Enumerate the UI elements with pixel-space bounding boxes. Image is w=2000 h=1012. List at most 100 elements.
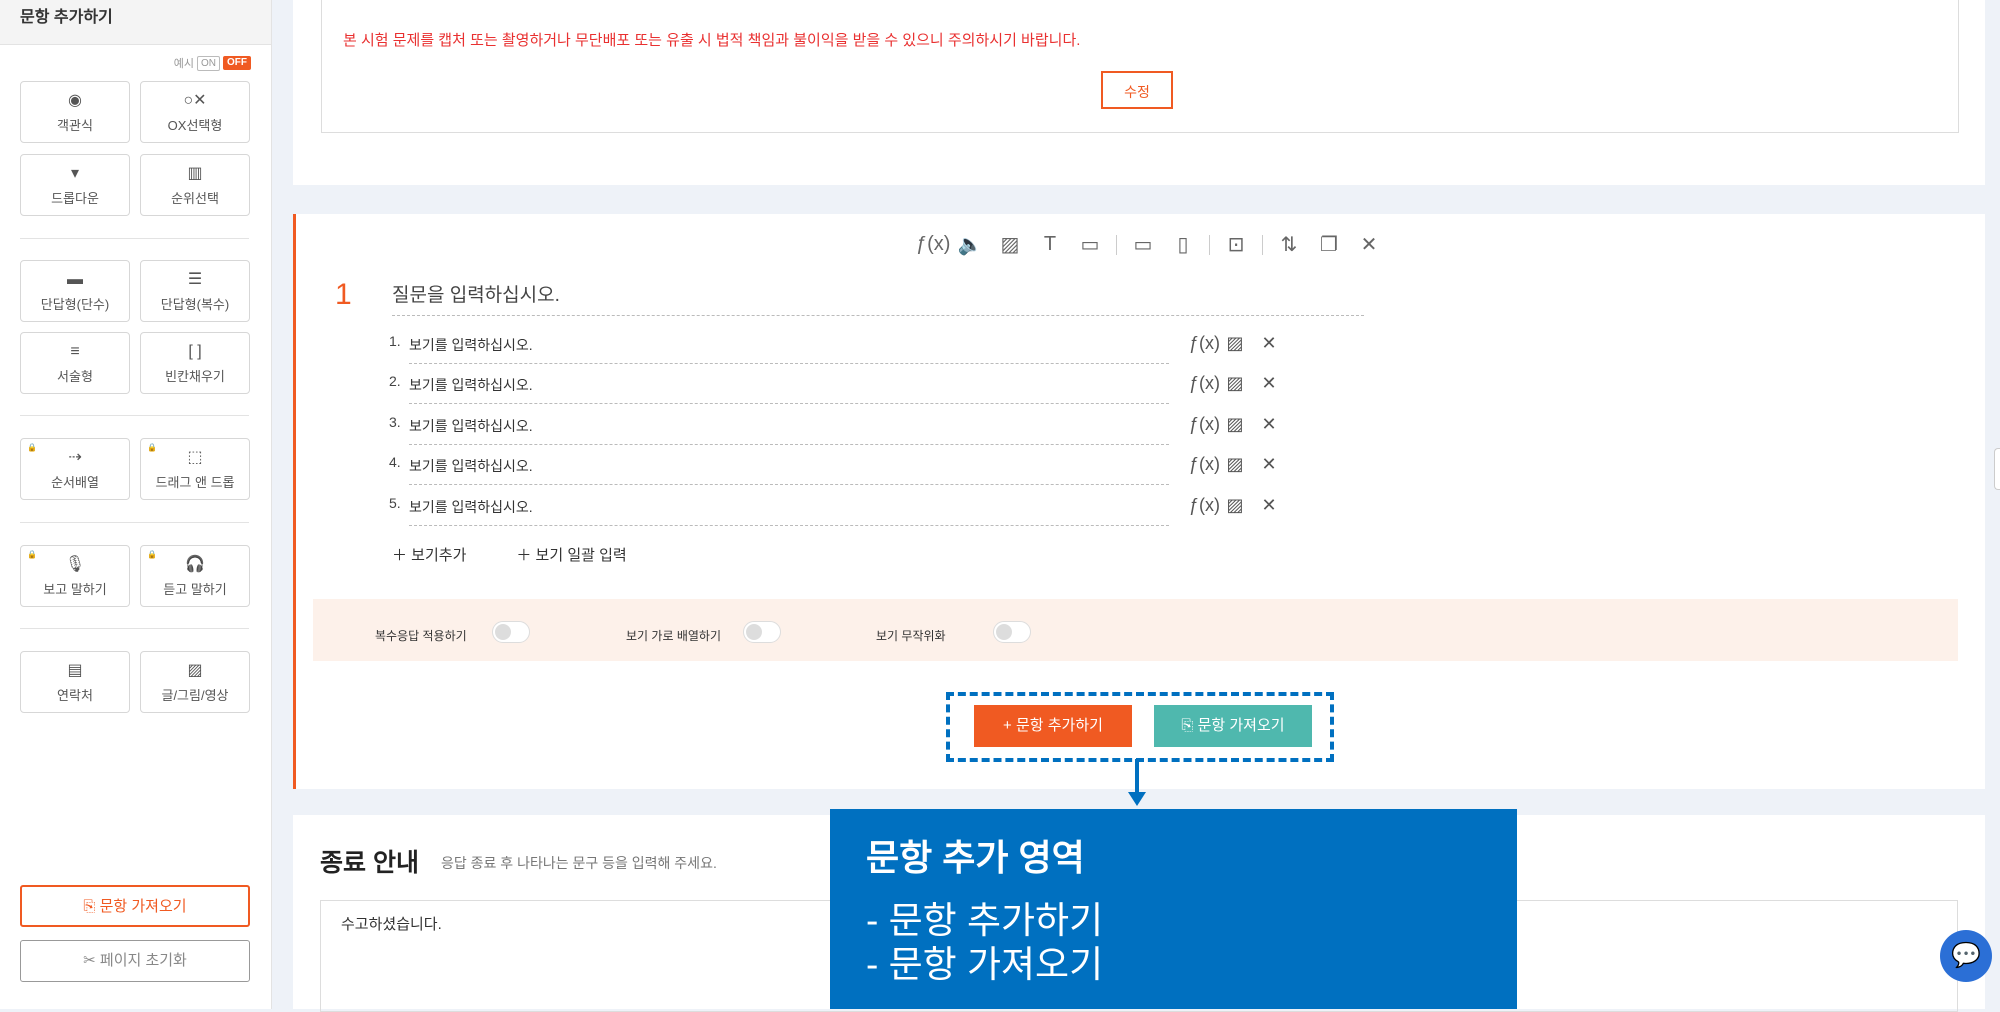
- tile-short-multi[interactable]: ☰ 단답형(복수): [140, 260, 250, 322]
- chat-icon[interactable]: 💬: [1940, 930, 1992, 982]
- close-icon[interactable]: ✕: [1257, 373, 1281, 394]
- randomize-switch[interactable]: [993, 621, 1031, 643]
- sidebar-reset-button[interactable]: ✂ 페이지 초기화: [20, 940, 250, 982]
- edit-button[interactable]: 수정: [1101, 71, 1173, 109]
- horizontal-switch[interactable]: [743, 621, 781, 643]
- formula-icon[interactable]: ƒ(x): [1189, 373, 1220, 394]
- sidebar: 문항 추가하기 예시 ON OFF ◉ 객관식 ○✕ OX선택형 ▾ 드롭다운 ▥ 순위…: [0, 0, 272, 1009]
- tile-sequence[interactable]: 🔒 ⇢ 순서배열: [20, 438, 130, 500]
- callout-item: - 문항 가져오기: [866, 944, 1104, 985]
- tile-contact[interactable]: ▤ 연락처: [20, 651, 130, 713]
- question-toolbar: ƒ(x) 🔈 ▨ T ▭ ▭ ▯ ⊡ ⇅ ❐ ✕: [916, 232, 1383, 257]
- import-icon: ⎘: [83, 898, 100, 915]
- arrow-head-icon: [1128, 792, 1146, 806]
- mic-icon: 🎙: [64, 556, 86, 573]
- sidebar-import-button[interactable]: ⎘ 문항 가져오기: [20, 885, 250, 927]
- image-icon[interactable]: ▨: [1223, 454, 1247, 475]
- question-input[interactable]: 질문을 입력하십시오.: [392, 280, 1364, 316]
- image-icon[interactable]: ▨: [1223, 495, 1247, 516]
- close-icon[interactable]: ✕: [1257, 495, 1281, 516]
- intro-box: [321, 0, 1959, 133]
- tile-essay[interactable]: ≡ 서술형: [20, 332, 130, 394]
- add-option-link[interactable]: ＋ 보기추가: [392, 544, 466, 565]
- tile-label: OX선택형: [167, 118, 223, 133]
- formula-icon[interactable]: ƒ(x): [1189, 333, 1220, 354]
- lock-icon: 🔒: [27, 443, 37, 452]
- tile-label: 드롭다운: [51, 191, 99, 206]
- option-number: 3.: [389, 414, 401, 430]
- image-icon[interactable]: ▨: [1223, 333, 1247, 354]
- video-icon[interactable]: ▭: [1076, 232, 1104, 257]
- close-icon[interactable]: ✕: [1257, 454, 1281, 475]
- headset-mic-icon: 🎧: [185, 556, 205, 573]
- tile-media[interactable]: ▨ 글/그림/영상: [140, 651, 250, 713]
- tile-label: 연락처: [57, 688, 93, 703]
- contact-icon: ▤: [67, 662, 83, 679]
- dropdown-icon: ▾: [70, 165, 80, 182]
- option-input[interactable]: 보기를 입력하십시오.: [409, 497, 1169, 526]
- option-input[interactable]: 보기를 입력하십시오.: [409, 416, 1169, 445]
- essay-icon: ≡: [70, 343, 80, 360]
- close-icon[interactable]: ✕: [1355, 232, 1383, 257]
- option-number: 1.: [389, 333, 401, 349]
- option-tools: ƒ(x) ▨ ✕: [1189, 495, 1281, 516]
- bulk-option-label: 보기 일괄 입력: [535, 547, 627, 564]
- text-icon[interactable]: T: [1036, 233, 1064, 256]
- tile-label: 단답형(단수): [40, 297, 110, 312]
- import-question-button[interactable]: ⎘ 문항 가져오기: [1154, 705, 1312, 747]
- close-icon[interactable]: ✕: [1257, 333, 1281, 354]
- media-icon: ▨: [187, 662, 203, 679]
- sort-icon[interactable]: ⇅: [1275, 232, 1303, 257]
- multi-answer-switch[interactable]: [492, 621, 530, 643]
- import-label: 문항 가져오기: [99, 898, 187, 915]
- tile-multiple-choice[interactable]: ◉ 객관식: [20, 81, 130, 143]
- formula-icon[interactable]: ƒ(x): [1189, 414, 1220, 435]
- bulk-option-link[interactable]: ＋ 보기 일괄 입력: [516, 544, 626, 565]
- export-icon[interactable]: ⊡: [1222, 232, 1250, 257]
- option-number: 4.: [389, 454, 401, 470]
- formula-icon[interactable]: ƒ(x): [916, 233, 950, 256]
- image-icon[interactable]: ▨: [996, 232, 1024, 257]
- tile-dropdown[interactable]: ▾ 드롭다운: [20, 154, 130, 216]
- toggle-on[interactable]: ON: [197, 55, 220, 71]
- close-icon[interactable]: ✕: [1257, 414, 1281, 435]
- tile-ranking[interactable]: ▥ 순위선택: [140, 154, 250, 216]
- option-input[interactable]: 보기를 입력하십시오.: [409, 456, 1169, 485]
- audio-icon[interactable]: 🔈: [956, 232, 984, 257]
- drag-drop-icon: ⬚: [187, 449, 203, 466]
- formula-icon[interactable]: ƒ(x): [1189, 495, 1220, 516]
- mobile-icon[interactable]: ▯: [1169, 232, 1197, 257]
- image-icon[interactable]: ▨: [1223, 414, 1247, 435]
- image-icon[interactable]: ▨: [1223, 373, 1247, 394]
- tile-fill-blank[interactable]: [ ] 빈칸채우기: [140, 332, 250, 394]
- option-input[interactable]: 보기를 입력하십시오.: [409, 375, 1169, 404]
- blank-icon: [ ]: [188, 343, 202, 360]
- ranking-icon: ▥: [187, 165, 203, 182]
- divider: [20, 415, 249, 416]
- tile-see-speak[interactable]: 🔒 🎙 보고 말하기: [20, 545, 130, 607]
- toggle-off[interactable]: OFF: [223, 56, 251, 70]
- tile-ox[interactable]: ○✕ OX선택형: [140, 81, 250, 143]
- option-input[interactable]: 보기를 입력하십시오.: [409, 335, 1169, 364]
- example-toggle[interactable]: 예시 ON OFF: [174, 55, 251, 71]
- tile-short-single[interactable]: ▬ 단답형(단수): [20, 260, 130, 322]
- lock-icon: 🔒: [147, 550, 157, 559]
- tile-label: 드래그 앤 드롭: [155, 475, 235, 490]
- tile-label: 글/그림/영상: [161, 688, 229, 703]
- import-icon: ⎘: [1181, 717, 1198, 734]
- divider: [20, 238, 249, 239]
- tile-drag-drop[interactable]: 🔒 ⬚ 드래그 앤 드롭: [140, 438, 250, 500]
- lock-icon: 🔒: [27, 550, 37, 559]
- tile-label: 객관식: [57, 118, 93, 133]
- tile-label: 서술형: [57, 369, 93, 384]
- reset-label: 페이지 초기화: [99, 952, 187, 969]
- tile-listen-speak[interactable]: 🔒 🎧 듣고 말하기: [140, 545, 250, 607]
- warning-text: 본 시험 문제를 캡처 또는 촬영하거나 무단배포 또는 유출 시 법적 책임과…: [343, 32, 1081, 49]
- option-row: 5. 보기를 입력하십시오.: [389, 493, 1169, 526]
- copy-icon[interactable]: ❐: [1315, 232, 1343, 257]
- add-question-button[interactable]: + 문항 추가하기: [974, 705, 1132, 747]
- desktop-icon[interactable]: ▭: [1129, 232, 1157, 257]
- callout-box: 문항 추가 영역 - 문항 추가하기 - 문항 가져오기: [830, 809, 1517, 1009]
- side-handle[interactable]: [1994, 448, 2000, 490]
- formula-icon[interactable]: ƒ(x): [1189, 454, 1220, 475]
